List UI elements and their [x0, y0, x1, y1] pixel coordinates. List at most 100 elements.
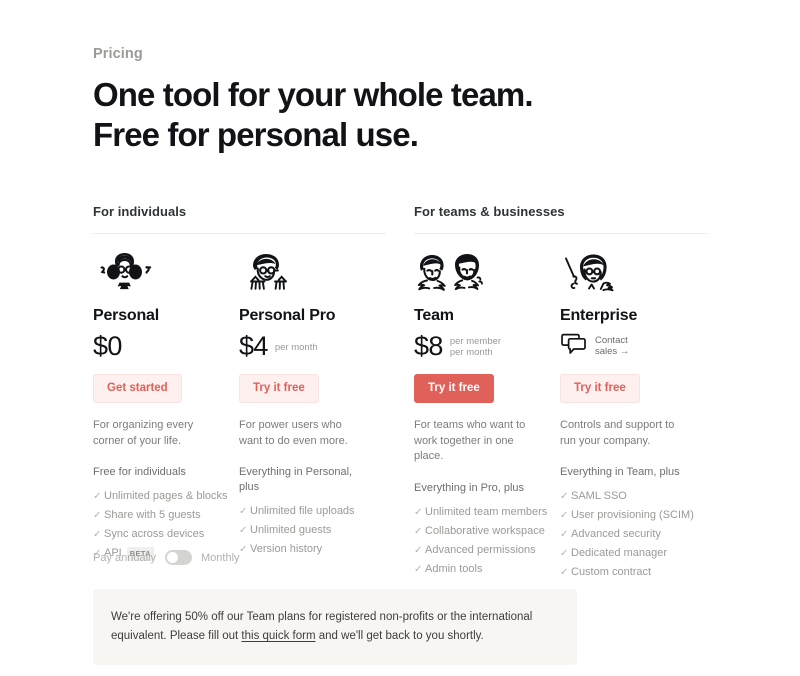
- plan-description: Controls and support to run your company…: [560, 419, 675, 447]
- plan-group-individuals: For individuals Personal $0 Get started …: [93, 203, 386, 582]
- plan-price-unit: per member per month: [450, 334, 501, 358]
- feature-label: Advanced security: [571, 528, 661, 540]
- pricing-page: Pricing One tool for your whole team. Fr…: [0, 0, 800, 676]
- plan-name: Team: [414, 307, 454, 324]
- feature-item: ✓ Dedicated manager: [560, 544, 692, 563]
- feature-item: ✓ Share with 5 guests: [93, 506, 225, 525]
- try-it-free-button-pro[interactable]: Try it free: [239, 374, 319, 403]
- check-icon: ✓: [560, 491, 569, 502]
- person-headphones-illustration: [93, 250, 225, 296]
- check-icon: ✓: [560, 529, 569, 540]
- billing-toggle-switch[interactable]: [165, 550, 192, 565]
- toggle-knob: [167, 552, 178, 563]
- plan-description: For power users who want to do even more…: [239, 419, 348, 447]
- check-icon: ✓: [93, 491, 102, 502]
- check-icon: ✓: [93, 529, 102, 540]
- try-it-free-button-team[interactable]: Try it free: [414, 374, 494, 403]
- headline-line-2: Free for personal use.: [93, 116, 419, 153]
- contact-sales-row[interactable]: Contact sales →: [560, 329, 692, 363]
- check-icon: ✓: [93, 510, 102, 521]
- billing-toggle-group: Pay annually Monthly: [93, 550, 240, 565]
- group-divider: [414, 233, 707, 234]
- features-heading: Free for individuals: [93, 466, 186, 478]
- feature-item: ✓ Admin tools: [414, 560, 546, 579]
- plan-description: For teams who want to work together in o…: [414, 419, 526, 462]
- feature-item: ✓ Version history: [239, 540, 371, 559]
- price-unit-line: per month: [449, 347, 493, 358]
- plan-name: Enterprise: [560, 307, 638, 324]
- plan-card-personal: Personal $0 Get started For organizing e…: [93, 250, 239, 563]
- check-icon: ✓: [239, 525, 248, 536]
- feature-label: Advanced permissions: [425, 543, 536, 556]
- group-title: For individuals: [93, 204, 187, 219]
- feature-item: ✓ SAML SSO: [560, 487, 692, 506]
- page-eyebrow: Pricing: [93, 46, 143, 62]
- notice-text: We're offering 50% off our Team plans fo…: [111, 608, 557, 646]
- plan-price: $4: [239, 331, 268, 361]
- feature-item: ✓ Sync across devices: [93, 525, 225, 544]
- plan-price-row: $4 per month: [239, 329, 371, 363]
- get-started-button[interactable]: Get started: [93, 374, 182, 403]
- billing-monthly-label[interactable]: Monthly: [201, 551, 240, 565]
- nonprofit-notice-banner: We're offering 50% off our Team plans fo…: [93, 589, 577, 665]
- feature-label: Version history: [250, 543, 323, 555]
- contact-line-1: Contact: [595, 335, 628, 346]
- page-header: Pricing One tool for your whole team. Fr…: [93, 44, 713, 155]
- plan-price-unit: per month: [275, 340, 318, 353]
- headline-line-1: One tool for your whole team.: [93, 76, 534, 113]
- check-icon: ✓: [414, 506, 423, 518]
- plan-card-team: Team $8 per member per month Try it free…: [414, 250, 560, 582]
- check-icon: ✓: [239, 506, 248, 517]
- price-unit-line: per member: [449, 336, 502, 347]
- feature-label: Share with 5 guests: [104, 509, 201, 521]
- feature-item: ✓ Unlimited team members: [414, 503, 548, 522]
- plan-price-row: $0: [93, 329, 225, 363]
- feature-list: ✓ Unlimited file uploads ✓ Unlimited guest…: [239, 502, 371, 559]
- feature-item: ✓ Collaborative workspace: [414, 522, 546, 541]
- group-title: For teams & businesses: [414, 204, 565, 219]
- feature-item: ✓ Advanced permissions: [414, 541, 546, 560]
- plan-card-enterprise: Enterprise Contact sales → Try it free C…: [560, 250, 706, 582]
- quick-form-link[interactable]: this quick form: [241, 630, 315, 642]
- plan-group-teams: For teams & businesses Team $8 per membe…: [414, 203, 707, 582]
- speech-bubbles-icon: [560, 333, 588, 360]
- check-icon: ✓: [560, 510, 569, 521]
- try-it-free-button-enterprise[interactable]: Try it free: [560, 374, 640, 403]
- feature-label: Sync across devices: [104, 528, 205, 540]
- check-icon: ✓: [414, 525, 423, 537]
- plan-description: For organizing every corner of your life…: [93, 419, 194, 447]
- two-people-illustration: [414, 250, 546, 296]
- feature-item: ✓ Unlimited pages & blocks: [93, 487, 228, 506]
- person-writing-illustration: [239, 250, 371, 296]
- page-title: One tool for your whole team. Free for p…: [93, 75, 713, 155]
- plan-price: $8: [414, 331, 443, 361]
- plan-price-row: $8 per member per month: [414, 329, 546, 363]
- plan-name: Personal: [93, 307, 159, 324]
- feature-label: User provisioning (SCIM): [571, 509, 694, 521]
- feature-item: ✓ Unlimited file uploads: [239, 502, 371, 521]
- feature-label: SAML SSO: [571, 490, 627, 502]
- check-icon: ✓: [560, 548, 569, 559]
- check-icon: ✓: [560, 567, 569, 578]
- features-heading: Everything in Personal, plus: [239, 466, 353, 493]
- contact-sales-text: Contact sales →: [595, 335, 629, 357]
- feature-label: Unlimited pages & blocks: [104, 490, 228, 502]
- check-icon: ✓: [414, 563, 423, 575]
- feature-label: Custom contract: [571, 566, 652, 578]
- plan-card-personal-pro: Personal Pro $4 per month Try it free Fo…: [239, 250, 385, 563]
- features-heading: Everything in Pro, plus: [414, 481, 525, 494]
- check-icon: ✓: [414, 544, 423, 556]
- notice-text-after: and we'll get back to you shortly.: [315, 630, 484, 642]
- features-heading: Everything in Team, plus: [560, 466, 680, 478]
- plan-name: Personal Pro: [239, 307, 336, 324]
- contact-line-2: sales →: [595, 346, 630, 357]
- check-icon: ✓: [239, 544, 248, 555]
- billing-annual-label[interactable]: Pay annually: [93, 551, 156, 565]
- feature-label: Collaborative workspace: [425, 524, 545, 537]
- feature-label: Unlimited team members: [425, 505, 548, 518]
- feature-label: Admin tools: [425, 562, 483, 575]
- price-unit-line: per month: [274, 341, 318, 353]
- feature-label: Unlimited file uploads: [250, 505, 355, 517]
- plan-groups: For individuals Personal $0 Get started …: [93, 203, 707, 582]
- feature-item: ✓ Custom contract: [560, 563, 692, 582]
